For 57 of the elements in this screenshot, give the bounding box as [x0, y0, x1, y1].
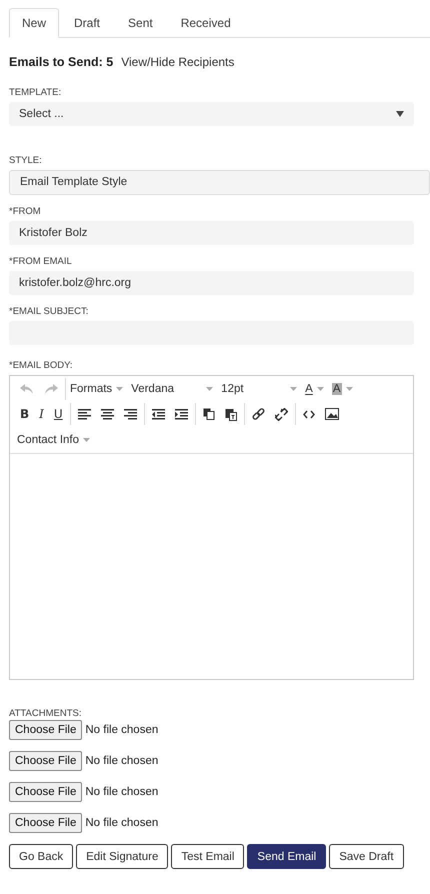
outdent-icon[interactable] — [152, 408, 165, 420]
field-label: STYLE: — [9, 155, 43, 166]
toolbar-dropdown[interactable]: 12pt — [217, 378, 302, 400]
tab[interactable]: New — [9, 8, 60, 38]
field-label: *FROM EMAIL — [9, 256, 73, 267]
tab[interactable]: Received — [168, 8, 244, 38]
input-field[interactable]: kristofer.bolz@hrc.org — [9, 271, 414, 295]
bold-button[interactable]: B — [15, 407, 34, 421]
indent-icon[interactable] — [174, 408, 188, 420]
choose-file-button[interactable]: Choose File — [9, 782, 82, 802]
caret-icon — [116, 386, 124, 390]
copy-icon[interactable] — [202, 408, 215, 420]
tab[interactable]: Sent — [115, 8, 166, 38]
text-color-button[interactable]: A — [301, 378, 328, 400]
toolbar-dropdown[interactable]: Verdana — [127, 378, 218, 400]
highlight-color-button[interactable]: A — [328, 378, 357, 400]
align-right-icon[interactable] — [124, 408, 137, 420]
image-icon[interactable] — [324, 408, 339, 420]
caret-icon — [316, 386, 324, 390]
template-select[interactable]: Select ... — [9, 102, 414, 126]
unlink-icon[interactable] — [274, 408, 288, 420]
file-status: No file chosen — [85, 817, 158, 829]
recipients-link[interactable]: View/Hide Recipients — [121, 55, 234, 69]
choose-file-button[interactable]: Choose File — [9, 813, 82, 833]
caret-icon — [206, 386, 214, 390]
action-button[interactable]: Test Email — [171, 844, 244, 869]
link-icon[interactable] — [252, 408, 265, 420]
emails-count: Emails to Send: 5 — [9, 55, 114, 69]
field-label: TEMPLATE: — [9, 87, 62, 98]
action-button[interactable]: Send Email — [247, 844, 326, 869]
field-label: *FROM — [9, 206, 42, 217]
file-status: No file chosen — [85, 755, 158, 767]
choose-file-button[interactable]: Choose File — [9, 720, 82, 740]
contact-info-dropdown[interactable]: Contact Info — [13, 429, 94, 451]
toolbar-dropdown[interactable]: Formats — [66, 378, 128, 400]
align-left-icon[interactable] — [78, 408, 91, 420]
file-status: No file chosen — [85, 786, 158, 798]
align-center-icon[interactable] — [100, 408, 114, 420]
action-button[interactable]: Edit Signature — [76, 844, 168, 869]
field-label: ATTACHMENTS: — [9, 708, 82, 719]
choose-file-button[interactable]: Choose File — [9, 751, 82, 771]
paste-icon[interactable] — [224, 408, 237, 420]
italic-button[interactable]: I — [34, 407, 49, 421]
underline-button[interactable]: U — [48, 407, 68, 421]
tab[interactable]: Draft — [61, 8, 114, 38]
action-button[interactable]: Save Draft — [329, 844, 404, 869]
action-button[interactable]: Go Back — [9, 844, 74, 869]
code-icon[interactable] — [302, 410, 315, 418]
file-status: No file chosen — [85, 724, 158, 736]
caret-icon — [83, 438, 90, 442]
input-field[interactable]: Kristofer Bolz — [9, 221, 414, 245]
caret-icon — [346, 386, 353, 390]
dropdown-icon — [396, 111, 404, 117]
field-label: *EMAIL BODY: — [9, 360, 74, 371]
caret-icon — [290, 386, 298, 390]
field-label: *EMAIL SUBJECT: — [9, 306, 90, 317]
input-field[interactable]: Email Template Style — [9, 170, 430, 195]
